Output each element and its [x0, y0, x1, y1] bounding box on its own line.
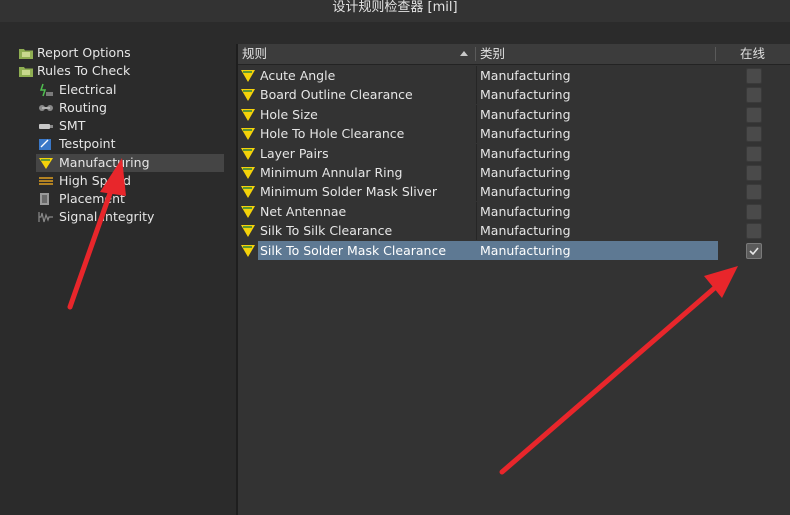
manufacturing-rule-icon: [241, 147, 255, 160]
tree-item-report-options[interactable]: Report Options: [16, 44, 226, 62]
column-header-category[interactable]: 类别: [480, 44, 505, 64]
manufacturing-rule-icon: [241, 128, 255, 141]
column-separator[interactable]: [475, 47, 476, 61]
tree-item-smt[interactable]: SMT: [36, 117, 226, 135]
signal-integrity-icon: [38, 212, 53, 223]
table-row[interactable]: Hole Size Manufacturing: [238, 104, 790, 124]
online-checkbox-checked[interactable]: [746, 242, 762, 259]
smt-icon: [39, 124, 53, 129]
rule-name-cell: Silk To Silk Clearance: [260, 223, 393, 239]
online-checkbox[interactable]: [746, 87, 762, 104]
tree-item-label: Electrical: [59, 82, 117, 97]
tree-item-label: Routing: [59, 100, 107, 115]
table-row[interactable]: Acute Angle Manufacturing: [238, 66, 790, 85]
tree-item-label: High Speed: [59, 173, 131, 188]
category-cell: Manufacturing: [476, 240, 718, 260]
tree-item-high-speed[interactable]: High Speed: [36, 172, 226, 190]
table-row[interactable]: Net Antennae Manufacturing: [238, 201, 790, 221]
rule-name-cell: Minimum Solder Mask Sliver: [260, 184, 437, 200]
manufacturing-rule-icon: [241, 70, 255, 82]
rule-category-tree: Report Options Rules To Check Electrical…: [0, 38, 228, 515]
tree-item-label: Placement: [59, 191, 125, 206]
electrical-icon: [39, 83, 53, 97]
category-cell: Manufacturing: [480, 223, 571, 239]
tree-item-manufacturing[interactable]: Manufacturing: [36, 154, 224, 172]
placement-icon: [40, 193, 49, 205]
column-header-online[interactable]: 在线: [740, 44, 765, 64]
manufacturing-rule-icon: [241, 167, 255, 179]
testpoint-icon: [39, 139, 51, 150]
category-cell: Manufacturing: [480, 126, 571, 142]
rule-name-cell: Minimum Annular Ring: [260, 165, 403, 180]
manufacturing-rule-icon: [241, 244, 255, 257]
rule-name-cell: Layer Pairs: [260, 145, 329, 161]
rule-name-cell: Hole Size: [260, 106, 318, 122]
table-row[interactable]: Minimum Solder Mask Sliver Manufacturing: [238, 182, 790, 202]
report-folder-icon: [19, 49, 33, 59]
manufacturing-icon: [39, 158, 53, 169]
table-row[interactable]: Hole To Hole Clearance Manufacturing: [238, 124, 790, 144]
category-cell: Manufacturing: [480, 68, 571, 83]
rules-grid: 规则 类别 在线 Acute Angle Manufacturing Board…: [238, 44, 790, 515]
routing-icon: [39, 105, 53, 111]
grid-header: 规则 类别 在线: [238, 44, 790, 65]
category-cell: Manufacturing: [480, 165, 571, 180]
online-checkbox[interactable]: [746, 184, 762, 201]
window-title-bar: 设计规则检查器 [mil]: [0, 0, 790, 22]
tree-item-testpoint[interactable]: Testpoint: [36, 135, 226, 153]
rule-name-cell: Hole To Hole Clearance: [260, 126, 405, 142]
column-header-rule[interactable]: 规则: [242, 44, 267, 64]
sort-ascending-icon: [460, 51, 468, 56]
rules-folder-icon: [19, 67, 33, 77]
window-title: 设计规则检查器 [mil]: [332, 0, 458, 15]
manufacturing-rule-icon: [241, 205, 255, 218]
tree-item-label: Report Options: [37, 45, 131, 60]
category-cell: Manufacturing: [480, 145, 571, 161]
category-cell: Manufacturing: [480, 106, 571, 122]
online-checkbox[interactable]: [746, 165, 762, 181]
online-checkbox[interactable]: [746, 223, 762, 240]
tree-item-label: Manufacturing: [59, 155, 150, 170]
tree-item-signal-integrity[interactable]: Signal Integrity: [36, 208, 226, 226]
tree-item-electrical[interactable]: Electrical: [36, 81, 226, 99]
tree-item-rules-to-check[interactable]: Rules To Check: [16, 62, 226, 80]
tree-item-label: Signal Integrity: [59, 209, 155, 224]
manufacturing-rule-icon: [241, 225, 255, 238]
online-checkbox[interactable]: [746, 106, 762, 123]
tree-item-label: Rules To Check: [37, 63, 131, 78]
table-row-selected[interactable]: Silk To Solder Mask Clearance Manufactur…: [238, 240, 790, 260]
tree-item-routing[interactable]: Routing: [36, 99, 226, 117]
rule-name-cell: Silk To Solder Mask Clearance: [258, 240, 478, 260]
rule-name-cell: Net Antennae: [260, 203, 347, 219]
table-row[interactable]: Minimum Annular Ring Manufacturing: [238, 163, 790, 182]
online-checkbox[interactable]: [746, 145, 762, 162]
checkmark-icon: [749, 247, 759, 255]
category-cell: Manufacturing: [480, 184, 571, 200]
manufacturing-rule-icon: [241, 89, 255, 102]
online-checkbox[interactable]: [746, 126, 762, 143]
tree-item-label: Testpoint: [59, 136, 116, 151]
high-speed-icon: [39, 177, 53, 185]
manufacturing-rule-icon: [241, 108, 255, 121]
manufacturing-rule-icon: [241, 186, 255, 199]
table-row[interactable]: Silk To Silk Clearance Manufacturing: [238, 221, 790, 241]
category-cell: Manufacturing: [480, 203, 571, 219]
online-checkbox[interactable]: [746, 68, 762, 84]
online-checkbox[interactable]: [746, 203, 762, 220]
rule-name-cell: Board Outline Clearance: [260, 87, 413, 103]
column-separator[interactable]: [715, 47, 716, 61]
tree-item-label: SMT: [59, 118, 86, 133]
rule-name-cell: Acute Angle: [260, 68, 336, 83]
table-row[interactable]: Board Outline Clearance Manufacturing: [238, 85, 790, 105]
table-row[interactable]: Layer Pairs Manufacturing: [238, 143, 790, 163]
tree-item-placement[interactable]: Placement: [36, 190, 226, 208]
category-cell: Manufacturing: [480, 87, 571, 103]
